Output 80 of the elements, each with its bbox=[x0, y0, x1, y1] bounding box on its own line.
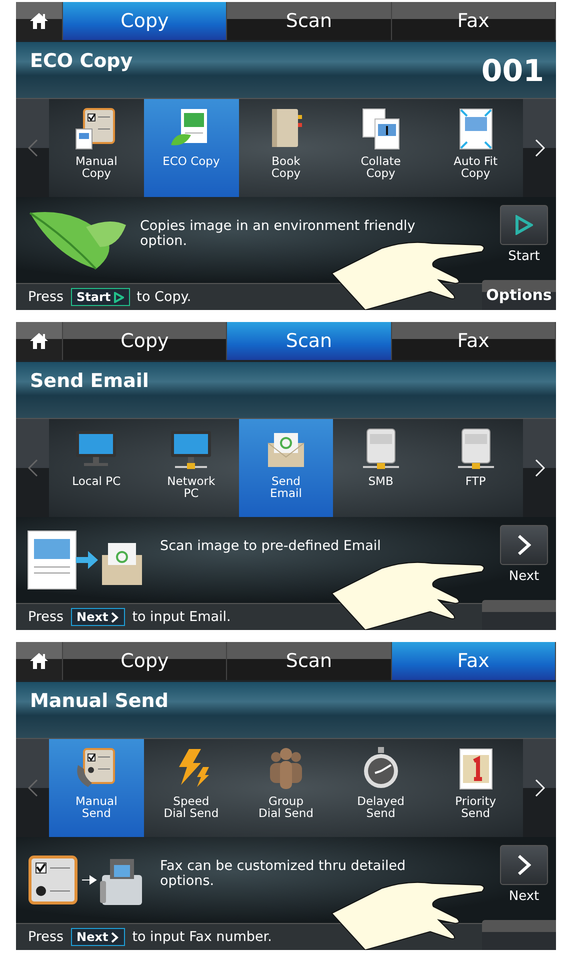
function-label: Manual Send bbox=[76, 795, 118, 819]
chevron-right-icon bbox=[534, 139, 544, 157]
status-text: to Copy. bbox=[136, 289, 192, 305]
next-button[interactable] bbox=[500, 525, 548, 565]
function-item[interactable]: ECO Copy bbox=[144, 99, 239, 197]
copy-count: 001 bbox=[481, 54, 544, 89]
key-label: Next bbox=[70, 928, 126, 946]
function-item[interactable]: Manual Send bbox=[49, 739, 144, 837]
tab[interactable]: Fax bbox=[392, 642, 556, 680]
chevron-right-icon bbox=[517, 854, 531, 876]
next-button[interactable] bbox=[500, 845, 548, 885]
home-button[interactable] bbox=[16, 642, 63, 680]
action-label: Next bbox=[508, 569, 540, 584]
function-item[interactable]: Priority Send bbox=[428, 739, 523, 837]
action-label: Start bbox=[508, 249, 540, 264]
function-label: Send Email bbox=[270, 475, 302, 499]
tab[interactable]: Copy bbox=[63, 642, 228, 680]
function-label: Collate Copy bbox=[360, 155, 401, 179]
chevron-right-icon bbox=[534, 459, 544, 477]
function-label: Manual Copy bbox=[76, 155, 118, 179]
tab[interactable]: Scan bbox=[227, 2, 392, 40]
screen-title: Send Email bbox=[30, 370, 149, 392]
function-label: ECO Copy bbox=[162, 155, 220, 167]
function-label: Group Dial Send bbox=[258, 795, 314, 819]
chevron-left-icon bbox=[28, 459, 38, 477]
chevron-left-icon bbox=[28, 779, 38, 797]
function-item[interactable]: Speed Dial Send bbox=[144, 739, 239, 837]
status-text: to input Email. bbox=[132, 609, 231, 625]
options-button[interactable]: Options bbox=[482, 280, 556, 310]
home-icon bbox=[29, 12, 49, 30]
function-item[interactable]: Delayed Send bbox=[333, 739, 428, 837]
function-item[interactable]: Group Dial Send bbox=[238, 739, 334, 837]
status-text: Press bbox=[28, 289, 64, 305]
play-icon bbox=[114, 292, 124, 302]
home-button[interactable] bbox=[16, 2, 63, 40]
tab[interactable]: Scan bbox=[227, 642, 392, 680]
function-item[interactable]: Auto Fit Copy bbox=[428, 99, 523, 197]
tab[interactable]: Fax bbox=[392, 2, 556, 40]
description-text: Scan image to pre-defined Email bbox=[160, 539, 382, 554]
home-icon bbox=[29, 332, 49, 350]
function-label: SMB bbox=[368, 475, 394, 487]
action-label: Next bbox=[508, 889, 540, 904]
function-item[interactable]: SMB bbox=[333, 419, 428, 517]
status-text: to input Fax number. bbox=[132, 929, 272, 945]
tab[interactable]: Copy bbox=[63, 2, 228, 40]
function-item[interactable]: Collate Copy bbox=[333, 99, 428, 197]
chevron-right-icon bbox=[111, 612, 120, 622]
home-icon bbox=[29, 652, 49, 670]
function-label: Delayed Send bbox=[357, 795, 404, 819]
function-label: Auto Fit Copy bbox=[454, 155, 498, 179]
key-label: Start bbox=[70, 288, 130, 306]
function-label: Network PC bbox=[167, 475, 216, 499]
screen-title: Manual Send bbox=[30, 690, 168, 712]
function-label: Book Copy bbox=[271, 155, 301, 179]
function-label: FTP bbox=[465, 475, 486, 487]
chevron-left-icon bbox=[28, 139, 38, 157]
screen-title: ECO Copy bbox=[30, 50, 133, 72]
chevron-right-icon bbox=[534, 779, 544, 797]
play-icon bbox=[515, 215, 533, 235]
key-label: Next bbox=[70, 608, 126, 626]
chevron-right-icon bbox=[517, 534, 531, 556]
function-item[interactable]: Manual Copy bbox=[49, 99, 144, 197]
description-text: Copies image in an environment friendly option. bbox=[140, 219, 416, 249]
tab[interactable]: Copy bbox=[63, 322, 228, 360]
function-label: Priority Send bbox=[455, 795, 496, 819]
function-item[interactable]: Local PC bbox=[49, 419, 144, 517]
function-item[interactable]: Send Email bbox=[238, 419, 334, 517]
function-label: Local PC bbox=[72, 475, 121, 487]
function-item[interactable]: Book Copy bbox=[238, 99, 334, 197]
home-button[interactable] bbox=[16, 322, 63, 360]
status-text: Press bbox=[28, 609, 64, 625]
chevron-right-icon bbox=[111, 932, 120, 942]
tab[interactable]: Fax bbox=[392, 322, 556, 360]
description-text: Fax can be customized thru detailed options. bbox=[160, 859, 407, 889]
tab[interactable]: Scan bbox=[227, 322, 392, 360]
status-text: Press bbox=[28, 929, 64, 945]
start-button[interactable] bbox=[500, 205, 548, 245]
function-item[interactable]: FTP bbox=[428, 419, 523, 517]
function-label: Speed Dial Send bbox=[164, 795, 219, 819]
function-item[interactable]: Network PC bbox=[144, 419, 239, 517]
